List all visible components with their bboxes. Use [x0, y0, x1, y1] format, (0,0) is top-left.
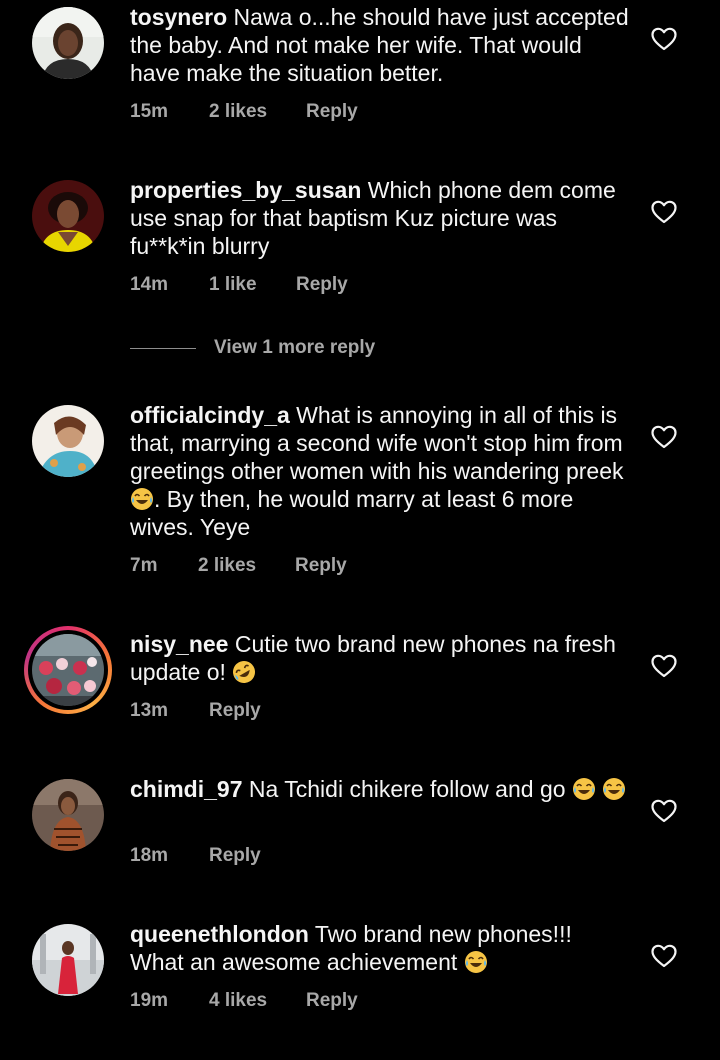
view-more-replies-label: View 1 more reply — [214, 337, 376, 358]
comment-username[interactable]: officialcindy_a — [130, 402, 290, 428]
comment-meta: 14m 1 like Reply — [130, 274, 348, 296]
comment-time: 19m — [130, 990, 169, 1011]
comment-username[interactable]: tosynero — [130, 4, 227, 30]
comment-text: officialcindy_a What is annoying in all … — [130, 401, 630, 541]
comment-likes[interactable]: 2 likes — [198, 555, 295, 577]
comment-username[interactable]: nisy_nee — [130, 631, 228, 657]
heart-icon[interactable] — [651, 944, 677, 968]
avatar[interactable] — [32, 7, 104, 79]
comment-username[interactable]: properties_by_susan — [130, 177, 361, 203]
comment-meta: 19m 4 likes Reply — [130, 990, 358, 1012]
avatar-ring-gap — [28, 630, 108, 710]
tears-of-joy-emoji — [464, 951, 487, 973]
tears-of-joy-emoji — [572, 778, 595, 800]
comment-time: 18m — [130, 845, 169, 866]
comment-likes[interactable]: 2 likes — [209, 101, 306, 123]
avatar[interactable] — [32, 779, 104, 851]
comment-meta: 15m 2 likes Reply — [130, 101, 358, 123]
avatar-story-ring[interactable] — [24, 626, 112, 714]
heart-icon[interactable] — [651, 799, 677, 823]
reply-button[interactable]: Reply — [295, 555, 347, 577]
comment-username[interactable]: chimdi_97 — [130, 776, 243, 802]
avatar — [32, 634, 104, 706]
comment-text: queenethlondon Two brand new phones!!! W… — [130, 920, 630, 976]
comment-text: properties_by_susan Which phone dem come… — [130, 176, 630, 260]
heart-icon[interactable] — [651, 200, 677, 224]
comment-time: 14m — [130, 274, 169, 295]
comment-body-continued: . By then, he would marry at least 6 mor… — [130, 486, 574, 540]
comment-likes[interactable]: 4 likes — [209, 990, 306, 1012]
heart-icon[interactable] — [651, 425, 677, 449]
reply-button[interactable]: Reply — [306, 101, 358, 123]
avatar[interactable] — [32, 180, 104, 252]
reply-button[interactable]: Reply — [209, 845, 261, 867]
comment-likes[interactable]: 1 like — [209, 274, 296, 296]
tears-of-joy-emoji — [131, 488, 153, 510]
comment-text: nisy_nee Cutie two brand new phones na f… — [130, 630, 630, 686]
avatar[interactable] — [32, 405, 104, 477]
comment-meta: 18m Reply — [130, 845, 261, 867]
heart-icon[interactable] — [651, 654, 677, 678]
comment-time: 13m — [130, 700, 169, 721]
reply-button[interactable]: Reply — [306, 990, 358, 1012]
comment-text: chimdi_97 Na Tchidi chikere follow and g… — [130, 775, 630, 803]
tears-of-joy-emoji — [603, 778, 626, 800]
comment-time: 15m — [130, 101, 169, 122]
view-more-replies-button[interactable]: View 1 more reply — [130, 337, 375, 359]
comment-text: tosynero Nawa o...he should have just ac… — [130, 3, 630, 87]
comment-body: Na Tchidi chikere follow and go — [248, 776, 566, 802]
reply-button[interactable]: Reply — [296, 274, 348, 296]
replies-divider — [130, 347, 196, 349]
avatar[interactable] — [32, 924, 104, 996]
comment-meta: 7m 2 likes Reply — [130, 555, 347, 577]
comment-meta: 13m Reply — [130, 700, 261, 722]
reply-button[interactable]: Reply — [209, 700, 261, 722]
comment-username[interactable]: queenethlondon — [130, 921, 309, 947]
rolling-laughing-emoji — [233, 661, 256, 683]
comment-time: 7m — [130, 555, 158, 576]
heart-icon[interactable] — [651, 27, 677, 51]
